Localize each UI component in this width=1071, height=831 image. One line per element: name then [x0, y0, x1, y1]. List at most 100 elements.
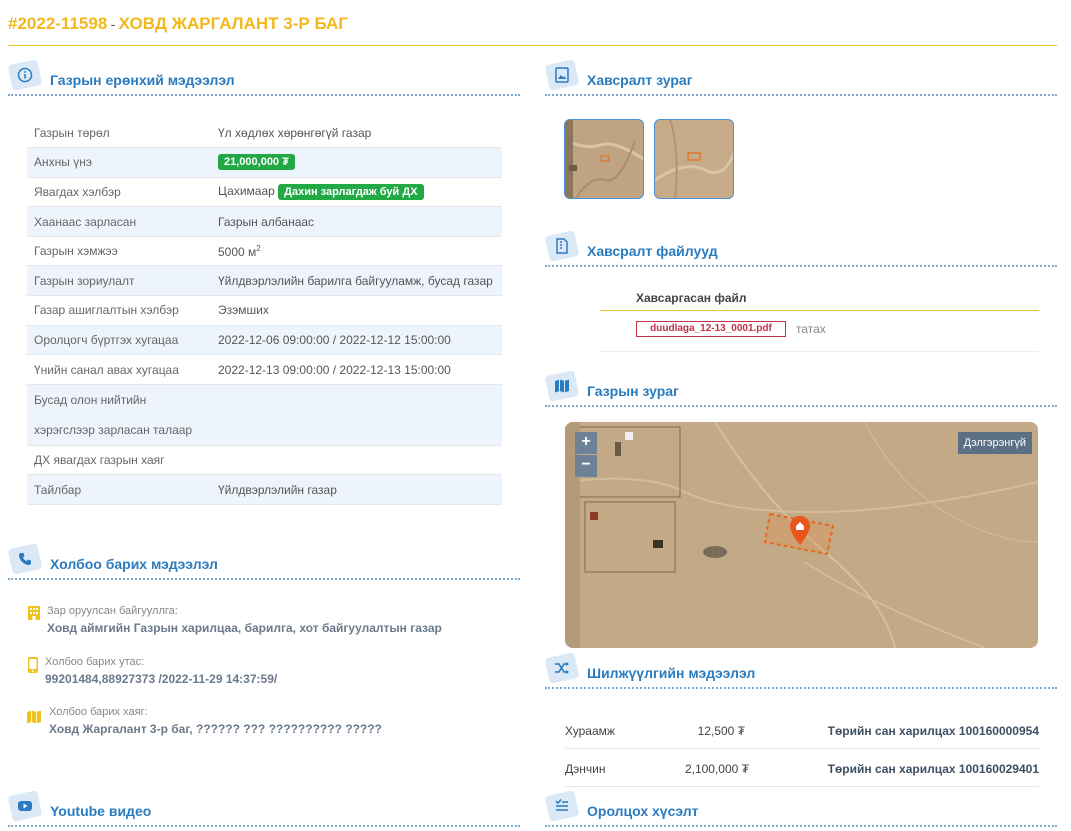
auction-type: Цахимаар — [218, 183, 275, 198]
transfer-type: Хураамж — [565, 724, 615, 738]
table-row: ДХ явагдах газрын хаяг — [27, 445, 502, 476]
row-key: Бусад олон нийтийн хэрэгслээр зарласан т… — [27, 384, 211, 446]
table-row: Анхны үнэ 21,000,000 ₮ — [27, 147, 502, 178]
section-attachment-files: Хавсралт файлууд — [544, 230, 1057, 267]
transfer-amount: 2,100,000 ₮ — [684, 762, 749, 776]
table-row: Явагдах хэлбэр Цахимаар Дахин зарлагдаж б… — [27, 177, 502, 208]
land-map[interactable]: + − Дэлгэрэнгүй — [565, 422, 1038, 648]
row-key: Анхны үнэ — [27, 147, 211, 178]
download-link[interactable]: татах — [796, 322, 826, 336]
area-unit-exponent: 2 — [256, 243, 261, 253]
table-row: Үнийн санал авах хугацаа 2022-12-13 09:00… — [27, 354, 502, 385]
file-name-link[interactable]: duudlaga_12-13_0001.pdf — [636, 321, 786, 337]
row-key: Газрын зориулалт — [27, 265, 211, 297]
contact-value: Ховд Жаргалант 3-р баг, ?????? ??? ?????… — [49, 722, 382, 736]
table-row: Газрын төрөл Үл хөдлөх хөрөнгөгүй газар — [27, 118, 502, 149]
files-divider — [600, 351, 1039, 352]
map-details-button[interactable]: Дэлгэрэнгүй — [957, 432, 1032, 454]
row-value: Газрын албанаас — [211, 206, 502, 237]
table-row: Газрын хэмжээ 5000 м2 — [27, 236, 502, 267]
row-value: 2022-12-06 09:00:00 / 2022-12-12 15:00:0… — [211, 325, 502, 356]
page-header: #2022-11598 - ХОВД ЖАРГАЛАНТ 3-Р БАГ — [8, 14, 1057, 46]
section-map: Газрын зураг — [544, 370, 1057, 407]
building-icon — [28, 606, 40, 620]
section-label: Газрын зураг — [587, 383, 679, 399]
contact-label: Холбоо барих хаяг: — [49, 706, 148, 718]
mobile-phone-icon — [28, 657, 38, 673]
area-value: 5000 м — [218, 244, 257, 259]
section-label: Холбоо барих мэдээлэл — [50, 556, 218, 572]
listing-code: #2022-11598 — [8, 14, 108, 33]
list-check-icon — [544, 790, 580, 822]
image-icon — [544, 59, 580, 91]
attachment-thumbnail[interactable] — [564, 119, 644, 199]
row-value — [211, 445, 502, 476]
shuffle-icon — [544, 652, 580, 684]
row-key: Үнийн санал авах хугацаа — [27, 354, 211, 385]
contact-phone: Холбоо барих утас: 99201484,88927373 /20… — [27, 656, 507, 690]
section-label: Хавсралт зураг — [587, 72, 693, 88]
contact-label: Холбоо барих утас: — [45, 656, 145, 668]
file-icon — [544, 230, 580, 262]
table-row: Тайлбар Үйлдвэрлэлийн газар — [27, 474, 502, 506]
row-key: Тайлбар — [27, 474, 211, 506]
transfer-row: Дэнчин 2,100,000 ₮ Төрийн сан харилцах 1… — [565, 750, 1039, 787]
section-transfer-info: Шилжүүлгийн мэдээлэл — [544, 652, 1057, 689]
row-key: Газар ашиглалтын хэлбэр — [27, 295, 211, 326]
section-participation-requests: Оролцох хүсэлт — [544, 790, 1057, 827]
transfer-row: Хураамж 12,500 ₮ Төрийн сан харилцах 100… — [565, 712, 1039, 749]
row-value: Эзэмших — [211, 295, 502, 326]
contact-value: 99201484,88927373 /2022-11-29 14:37:59/ — [45, 672, 278, 686]
status-badge: Дахин зарлагдаж буй ДХ — [278, 183, 424, 200]
row-value: Үйлдвэрлэлийн газар — [211, 474, 502, 506]
row-key: Газрын төрөл — [27, 118, 211, 149]
youtube-icon — [7, 790, 43, 822]
row-value: Үйлдвэрлэлийн барилга байгууламж, бусад … — [211, 265, 502, 297]
table-row: Газар ашиглалтын хэлбэр Эзэмших — [27, 295, 502, 326]
column-header: Хавсаргасан файл — [636, 291, 747, 305]
section-label: Youtube видео — [50, 803, 152, 819]
row-key: ДХ явагдах газрын хаяг — [27, 445, 211, 476]
contact-address: Холбоо барих хаяг: Ховд Жаргалант 3-р ба… — [27, 706, 507, 740]
files-table-header: Хавсаргасан файл — [600, 283, 1039, 311]
section-label: Хавсралт файлууд — [587, 243, 718, 259]
section-label: Газрын ерөнхий мэдээлэл — [50, 72, 235, 88]
transfer-type: Дэнчин — [565, 762, 606, 776]
section-general-info: Газрын ерөнхий мэдээлэл — [7, 59, 520, 96]
contact-organization: Зар оруулсан байгууллга: Ховд аймгийн Га… — [27, 605, 507, 639]
transfer-amount: 12,500 ₮ — [697, 724, 745, 738]
section-youtube: Youtube видео — [7, 790, 520, 827]
table-row: Бусад олон нийтийн хэрэгслээр зарласан т… — [27, 384, 502, 446]
row-value: Үл хөдлөх хөрөнгөгүй газар — [211, 118, 502, 149]
row-key: Оролцогч бүртгэх хугацаа — [27, 325, 211, 356]
row-key: Газрын хэмжээ — [27, 236, 211, 267]
transfer-account: Төрийн сан харилцах 100160029401 — [827, 762, 1039, 776]
row-key: Хаанаас зарласан — [27, 206, 211, 237]
listing-title: ХОВД ЖАРГАЛАНТ 3-Р БАГ — [118, 14, 348, 33]
zoom-out-button[interactable]: − — [575, 455, 597, 477]
row-key: Явагдах хэлбэр — [27, 177, 211, 208]
table-row: Газрын зориулалт Үйлдвэрлэлийн барилга ба… — [27, 265, 502, 297]
map-icon — [27, 710, 41, 724]
info-icon — [7, 59, 43, 91]
table-row: Оролцогч бүртгэх хугацаа 2022-12-06 09:00… — [27, 325, 502, 356]
map-icon — [544, 370, 580, 402]
table-row: Хаанаас зарласан Газрын албанаас — [27, 206, 502, 237]
section-contact: Холбоо барих мэдээлэл — [7, 543, 520, 580]
row-value: 2022-12-13 09:00:00 / 2022-12-13 15:00:0… — [211, 354, 502, 385]
phone-icon — [7, 543, 43, 575]
general-info-table: Газрын төрөл Үл хөдлөх хөрөнгөгүй газар А… — [27, 118, 502, 506]
contact-label: Зар оруулсан байгууллга: — [47, 605, 178, 617]
contact-value: Ховд аймгийн Газрын харилцаа, барилга, х… — [47, 621, 442, 635]
row-value: Цахимаар Дахин зарлагдаж буй ДХ — [211, 177, 502, 208]
transfer-account: Төрийн сан харилцах 100160000954 — [827, 724, 1039, 738]
row-value — [211, 384, 502, 446]
section-label: Оролцох хүсэлт — [587, 803, 699, 819]
section-label: Шилжүүлгийн мэдээлэл — [587, 665, 756, 681]
section-attachment-images: Хавсралт зураг — [544, 59, 1057, 96]
header-separator: - — [110, 16, 116, 32]
attachment-thumbnail[interactable] — [654, 119, 734, 199]
zoom-in-button[interactable]: + — [575, 432, 597, 454]
row-value: 5000 м2 — [211, 236, 502, 267]
location-pin-icon[interactable] — [789, 516, 811, 546]
